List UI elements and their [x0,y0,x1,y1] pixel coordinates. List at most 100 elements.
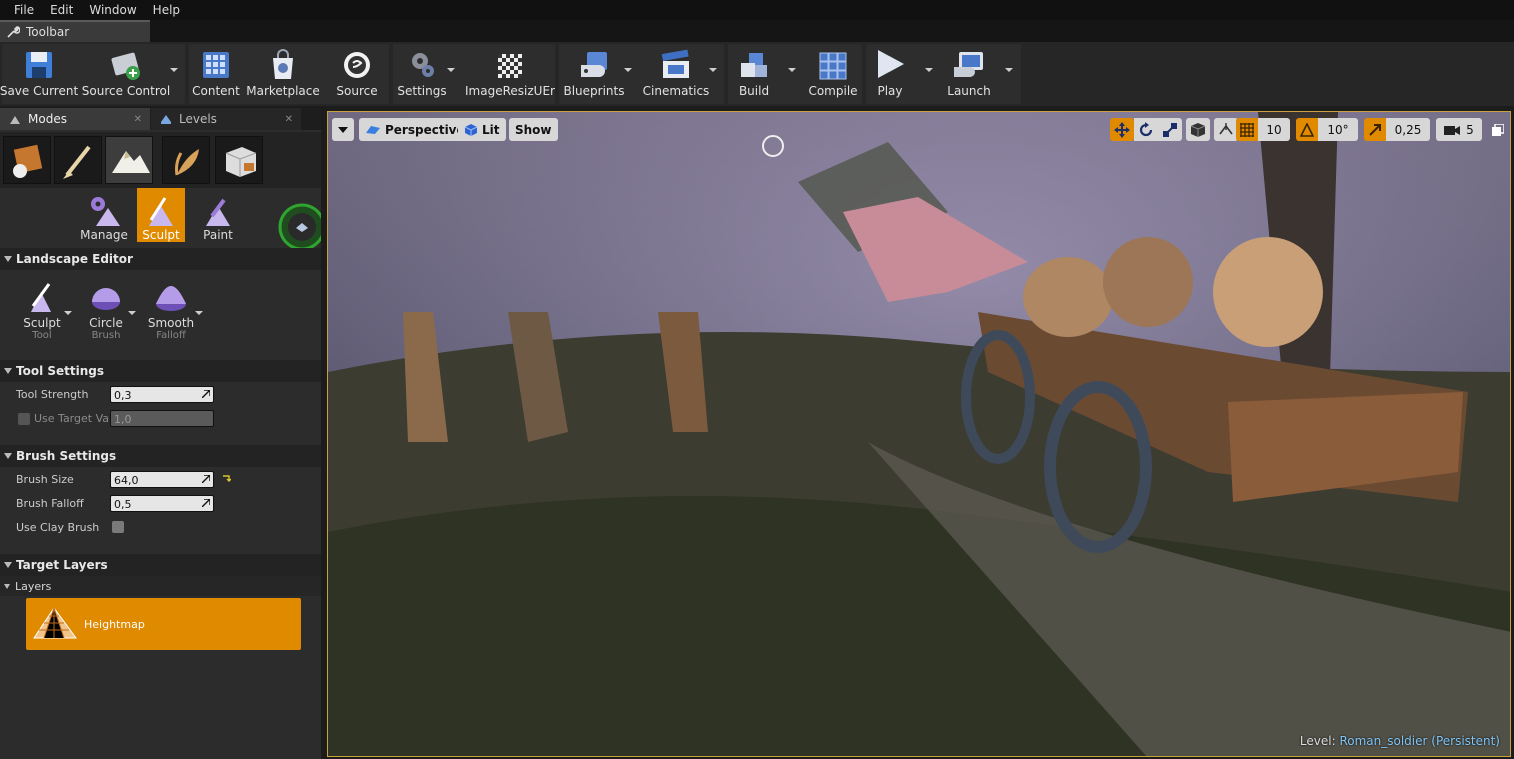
editor-window: File Edit Window Help Toolbar Save Curre… [0,0,1514,759]
brush-selector[interactable]: Circle Brush [78,280,134,350]
blueprints-icon [581,52,607,77]
menu-bar: File Edit Window Help [0,0,1514,20]
build-button[interactable]: Build [730,44,778,102]
place-mode-icon [13,144,43,178]
foliage-mode-button[interactable] [162,136,210,184]
wrench-icon [7,26,20,38]
tab-toolbar[interactable]: Toolbar [0,20,150,42]
compile-button[interactable]: Compile [806,44,860,102]
paint-mode-button[interactable] [54,136,102,184]
falloff-dropdown[interactable] [195,311,203,315]
geometry-mode-button[interactable] [215,136,263,184]
image-resize-button[interactable]: ImageResizUEr [465,44,555,102]
menu-file[interactable]: File [6,3,42,17]
paint-landscape-button[interactable]: Paint [193,188,243,242]
cinematics-label: Cinematics [642,84,710,98]
play-button[interactable]: Play [868,44,912,102]
cinematics-button[interactable]: Cinematics [640,44,712,102]
tab-levels[interactable]: Levels ✕ [151,108,301,130]
falloff-selector[interactable]: Smooth Falloff [143,280,199,350]
settings-label: Settings [397,84,447,98]
use-target-checkbox[interactable] [18,413,30,425]
section-tool-settings[interactable]: Tool Settings [0,360,321,382]
blueprints-label: Blueprints [563,84,625,98]
build-label: Build [738,84,770,98]
content-browser-icon [203,52,229,78]
manage-mode-button[interactable]: Manage [79,188,129,242]
save-current-label: Save Current [0,84,79,98]
settings-dropdown[interactable] [447,68,455,72]
source-icon [344,52,370,78]
rotate-tool-button[interactable] [1134,118,1158,141]
scale-tool-button[interactable] [1158,118,1182,141]
tool-strength-input[interactable]: 0,3 [110,386,214,403]
lit-button[interactable]: Lit [458,118,506,141]
rotation-snap-label: 10° [1327,122,1349,137]
grid-snap-toggle[interactable] [1236,118,1258,141]
tool-dropdown[interactable] [64,311,72,315]
layers-header[interactable]: Layers [0,576,321,596]
scale-snap-value[interactable]: 0,25 [1386,118,1430,141]
layers-header-label: Layers [15,579,52,593]
launch-label: Launch [947,84,991,98]
paint-label: Paint [203,228,233,242]
menu-window[interactable]: Window [81,3,144,17]
coordinate-space-button[interactable] [1186,118,1210,141]
launch-dropdown[interactable] [1005,68,1013,72]
source-control-button[interactable]: Source Control [82,44,170,102]
maximize-viewport-button[interactable] [1490,118,1506,141]
paint-landscape-icon [206,198,230,226]
expand-circle-icon[interactable] [270,202,321,252]
close-icon[interactable]: ✕ [134,114,142,125]
perspective-label: Perspective [385,122,465,137]
reset-arrow-icon[interactable] [222,474,231,483]
rotation-snap-toggle[interactable] [1296,118,1318,141]
brush-dropdown[interactable] [128,311,136,315]
show-label: Show [515,122,552,137]
grid-snap-value[interactable]: 10 [1258,118,1290,141]
level-viewport[interactable]: Perspective Lit Show 10 10° 0,25 5 Level… [327,111,1511,757]
menu-edit[interactable]: Edit [42,3,81,17]
modes-icon [10,116,20,124]
tool-label: Sculpt [23,316,61,330]
settings-gear-icon [412,53,434,77]
close-icon[interactable]: ✕ [285,114,293,125]
use-clay-checkbox[interactable] [112,521,124,533]
marketplace-button[interactable]: Marketplace [246,44,320,102]
launch-button[interactable]: Launch [942,44,996,102]
section-brush-settings[interactable]: Brush Settings [0,445,321,467]
save-current-button[interactable]: Save Current [0,44,79,102]
cinematics-dropdown[interactable] [709,68,717,72]
landscape-mode-button[interactable] [105,136,153,184]
viewport-scene[interactable] [328,112,1511,757]
translate-tool-button[interactable] [1110,118,1134,141]
surface-snap-button[interactable] [1214,118,1238,141]
build-dropdown[interactable] [788,68,796,72]
viewport-options-button[interactable] [332,118,354,141]
brush-falloff-input[interactable]: 0,5 [110,495,214,512]
rotation-snap-value[interactable]: 10° [1318,118,1358,141]
sculpt-mode-button[interactable]: Sculpt [137,188,185,242]
section-target-layers[interactable]: Target Layers [0,554,321,576]
section-landscape-editor[interactable]: Landscape Editor [0,248,321,270]
lit-label: Lit [482,122,500,137]
heightmap-layer[interactable]: Heightmap [26,598,301,650]
use-target-input: 1,0 [110,410,214,427]
brush-size-input[interactable]: 64,0 [110,471,214,488]
place-mode-button[interactable] [3,136,51,184]
tool-selector[interactable]: Sculpt Tool [14,280,70,350]
source-button[interactable]: Source [329,44,385,102]
settings-button[interactable]: Settings [395,44,449,102]
tab-modes[interactable]: Modes ✕ [0,108,150,130]
scale-snap-toggle[interactable] [1364,118,1386,141]
source-control-dropdown[interactable] [170,68,178,72]
show-button[interactable]: Show [509,118,558,141]
menu-help[interactable]: Help [145,3,188,17]
play-dropdown[interactable] [925,68,933,72]
content-button[interactable]: Content [191,44,241,102]
image-resize-label: ImageResizUEr [465,84,555,98]
camera-speed-button[interactable]: 5 [1436,118,1482,141]
perspective-button[interactable]: Perspective [359,118,471,141]
blueprints-button[interactable]: Blueprints [561,44,627,102]
blueprints-dropdown[interactable] [624,68,632,72]
